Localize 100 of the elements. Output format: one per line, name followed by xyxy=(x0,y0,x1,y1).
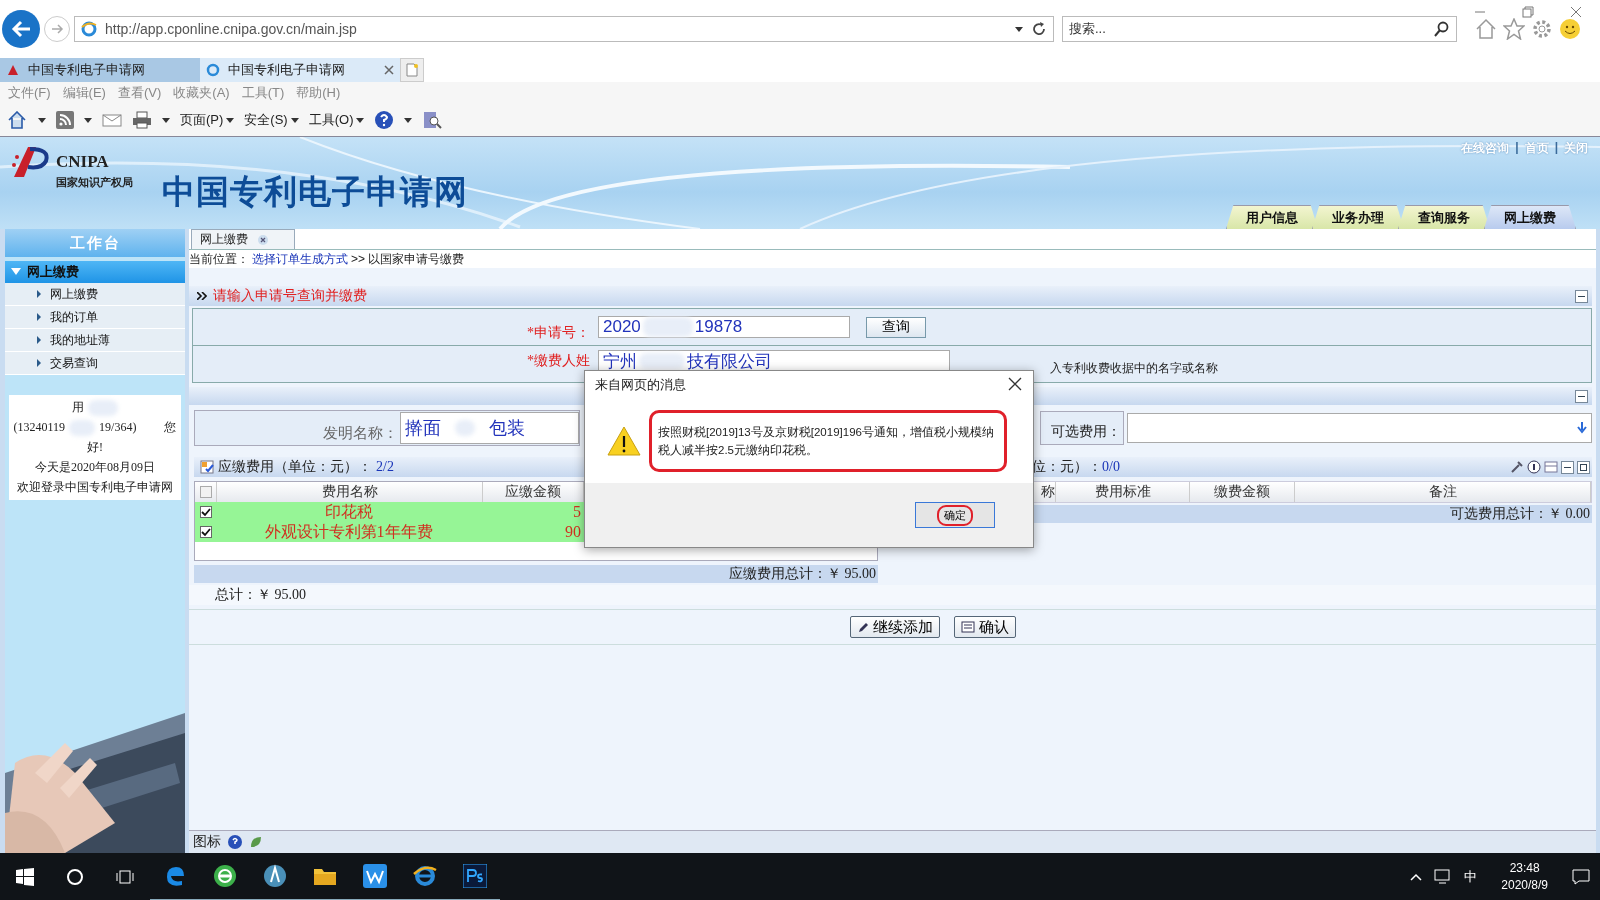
command-menu[interactable]: 安全(S) xyxy=(244,111,299,129)
dropdown-caret-icon xyxy=(162,117,170,123)
close-tab-icon[interactable] xyxy=(384,65,394,75)
home-icon[interactable] xyxy=(1475,18,1497,40)
maximize-button[interactable] xyxy=(1577,460,1590,474)
refresh-icon[interactable] xyxy=(1031,21,1047,37)
rss-icon[interactable] xyxy=(56,111,74,129)
back-arrow-icon xyxy=(10,18,32,40)
browser-tab[interactable]: 中国专利电子申请网 xyxy=(0,58,200,82)
select-all-checkbox[interactable] xyxy=(199,486,212,498)
close-icon xyxy=(1008,377,1022,391)
chevron-up-icon[interactable] xyxy=(1410,873,1423,881)
smiley-icon[interactable] xyxy=(1559,18,1581,40)
dialog-title: 来自网页的消息 xyxy=(595,376,686,394)
research-icon[interactable] xyxy=(422,110,443,130)
star-icon[interactable] xyxy=(1503,18,1525,40)
table-count: 2/2 xyxy=(376,459,394,475)
settings-icon[interactable] xyxy=(1531,18,1553,40)
table-count: 0/0 xyxy=(1102,459,1120,475)
row-checkbox[interactable] xyxy=(199,506,212,518)
site-logo-icon xyxy=(6,63,20,77)
browser-tab[interactable]: 中国专利电子申请网 xyxy=(200,58,400,82)
mail-icon[interactable] xyxy=(102,113,122,127)
field-hint: 入专利收费收据中的名字或名称 xyxy=(1050,359,1218,377)
invention-name-field[interactable]: 擀面 包装 xyxy=(400,412,579,444)
breadcrumb-link[interactable]: 选择订单生成方式 xyxy=(252,250,348,268)
collapse-button[interactable] xyxy=(1575,289,1588,303)
restore-icon[interactable] xyxy=(1522,6,1534,18)
link-separator: | xyxy=(1515,140,1519,156)
dropdown-caret-icon xyxy=(356,117,365,123)
close-icon[interactable] xyxy=(1570,6,1582,18)
sidebar-item[interactable]: 交易查询 xyxy=(5,352,185,375)
command-menu[interactable]: 页面(P) xyxy=(180,111,235,129)
ps-app-icon xyxy=(463,864,487,888)
info-icon[interactable] xyxy=(1527,460,1541,474)
greeting-text: 您 xyxy=(164,419,177,436)
status-label: 图标 xyxy=(193,833,221,851)
sidebar-group[interactable]: 网上缴费 xyxy=(5,261,185,283)
table-cell-text: 外观设计专利第1年年费 xyxy=(263,522,434,542)
close-button[interactable] xyxy=(1007,377,1023,393)
back-button[interactable] xyxy=(2,10,40,48)
user-name: 用 xyxy=(72,399,84,416)
date-text: 今天是2020年08月09日 xyxy=(35,459,155,476)
collapse-button[interactable] xyxy=(1575,390,1588,403)
ime-indicator[interactable]: 中 xyxy=(1464,868,1478,886)
greeting-text: 好! xyxy=(87,439,103,456)
notification-icon[interactable] xyxy=(1572,869,1590,885)
payer-name-field[interactable]: 宁州 技有限公司 xyxy=(598,350,950,372)
tools-icon[interactable] xyxy=(1510,460,1524,474)
search-icon[interactable] xyxy=(1434,21,1450,37)
collapse-button[interactable] xyxy=(1561,460,1574,474)
task-view-icon xyxy=(115,868,135,886)
checkmark-icon xyxy=(200,527,211,537)
content-tab[interactable]: 网上缴费 xyxy=(191,229,295,249)
breadcrumb-label: 当前位置： xyxy=(189,250,249,268)
maximize-icon xyxy=(1580,463,1587,471)
network-icon[interactable] xyxy=(1434,869,1453,885)
redaction-blur xyxy=(639,353,685,369)
double-chevron-icon xyxy=(197,292,207,300)
folder-icon xyxy=(313,866,337,886)
sidebar-item[interactable]: 网上缴费 xyxy=(5,283,185,306)
w-app-icon xyxy=(363,864,387,888)
application-number-field[interactable]: 2020 19878 xyxy=(598,316,850,338)
breadcrumb-current: 以国家申请号缴费 xyxy=(368,250,464,268)
confirm-button[interactable]: 确认 xyxy=(953,616,1016,638)
dropdown-arrow-icon[interactable] xyxy=(1577,422,1587,434)
dropdown-caret-icon xyxy=(290,117,299,123)
home-icon[interactable] xyxy=(8,111,28,129)
ok-button[interactable]: 确定 xyxy=(915,502,995,528)
new-tab-icon xyxy=(406,63,418,77)
printer-icon[interactable] xyxy=(132,111,152,129)
sidebar-item[interactable]: 我的地址薄 xyxy=(5,329,185,352)
nav-tab[interactable]: 网上缴费 xyxy=(1484,205,1576,229)
help-icon[interactable] xyxy=(374,110,395,130)
windows-logo-icon xyxy=(16,868,34,886)
sidebar-item[interactable]: 我的订单 xyxy=(5,306,185,329)
logo-subtitle: 国家知识产权局 xyxy=(56,175,134,190)
dropdown-caret-icon xyxy=(38,117,46,123)
query-button[interactable]: 查询 xyxy=(866,316,926,338)
field-label: 可选费用： xyxy=(1040,411,1124,445)
fee-total: 应缴费用总计：￥ 95.00 xyxy=(194,565,878,583)
close-tab-icon[interactable] xyxy=(258,234,268,245)
table-title: 位：元）： xyxy=(1032,458,1102,476)
user-id: (13240119 xyxy=(13,420,66,435)
dropdown-caret-icon xyxy=(1015,26,1023,32)
add-more-button[interactable]: 继续添加 xyxy=(849,616,940,638)
column-header: 应缴金额 xyxy=(483,482,584,502)
command-menu[interactable]: 工具(O) xyxy=(308,111,365,129)
dropdown-caret-icon xyxy=(404,117,413,123)
browser-logo-icon xyxy=(206,63,220,77)
dropdown-caret-icon xyxy=(84,117,92,123)
table-cell-text: 90 xyxy=(564,522,581,542)
clock[interactable]: 23:48 2020/8/9 xyxy=(1501,860,1548,894)
breadcrumb-separator: >> xyxy=(351,252,365,266)
checklist-icon xyxy=(200,460,214,474)
column-header: 费用标准 xyxy=(1056,482,1190,502)
address-bar[interactable]: http://app.cponline.cnipa.gov.cn/main.jsp xyxy=(74,16,1054,42)
search-field[interactable]: 搜索... xyxy=(1062,16,1457,42)
row-checkbox[interactable] xyxy=(199,526,212,538)
help-icon[interactable] xyxy=(227,834,243,850)
